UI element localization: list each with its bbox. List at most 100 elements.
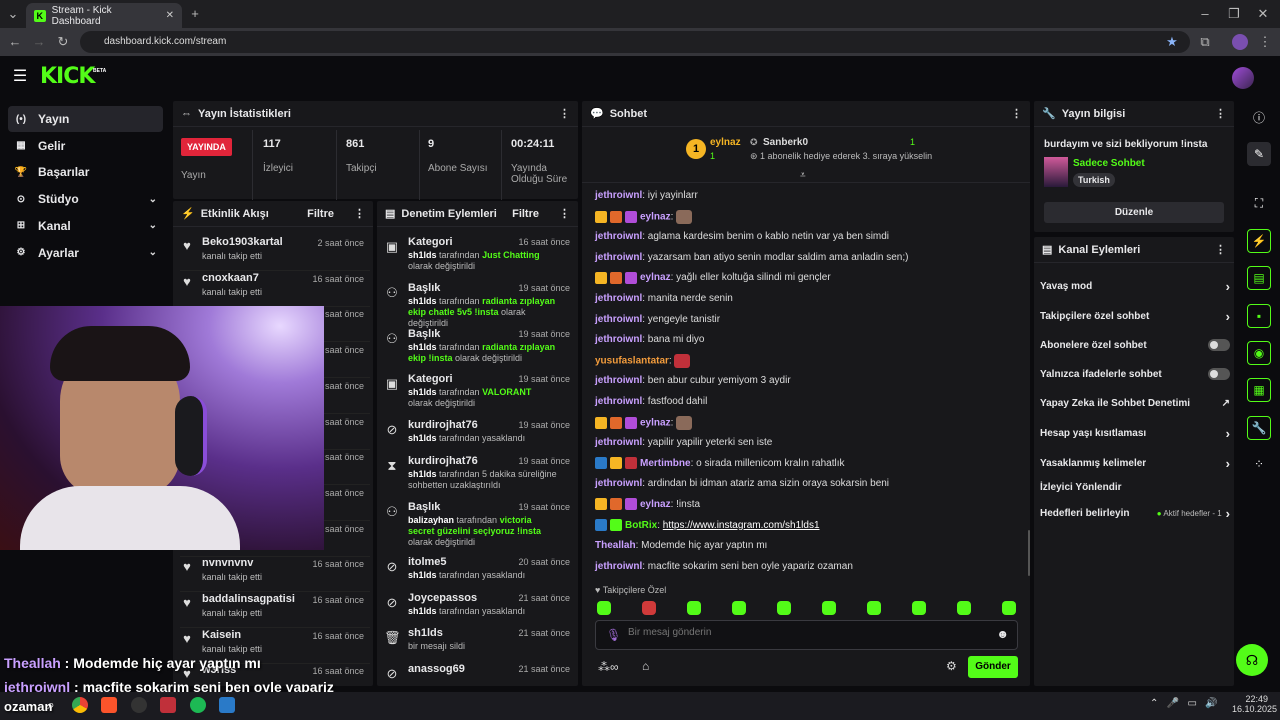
spotify-taskbar-icon[interactable]	[190, 697, 206, 713]
external-link-icon[interactable]: ↗	[1222, 398, 1230, 409]
channel-action-item[interactable]: Yavaş mod ›	[1040, 278, 1230, 294]
back-icon[interactable]: ←	[6, 33, 24, 51]
store-icon[interactable]: ⌂	[642, 659, 649, 673]
moderation-actor[interactable]: balizayhan	[408, 515, 454, 525]
nav-item-2[interactable]: 🏆 Başarılar	[8, 159, 163, 185]
chat-username[interactable]: eylnaz	[640, 499, 671, 510]
system-tray-icons[interactable]: ⌃ 🎤 ▭ 🔊	[1150, 698, 1218, 709]
chevron-right-icon[interactable]: ›	[1226, 506, 1230, 521]
moderation-actor[interactable]: sh1lds	[408, 606, 437, 616]
activity-username[interactable]: nvnvnvnv	[202, 557, 262, 569]
channel-action-item[interactable]: İzleyici Yönlendir	[1040, 479, 1230, 495]
quick-action-tool-icon[interactable]: 🔧	[1247, 416, 1271, 440]
channel-action-item[interactable]: Yalnızca ifadelerle sohbet	[1040, 366, 1230, 382]
activity-username[interactable]: cnoxkaan7	[202, 272, 262, 284]
collapse-pinned-icon[interactable]: ⩡	[800, 170, 806, 181]
hamburger-menu-icon[interactable]: ☰	[11, 68, 29, 86]
moderation-actor[interactable]: sh1lds	[408, 342, 437, 352]
chat-username[interactable]: Theallah	[595, 540, 636, 551]
toggle-switch[interactable]	[1208, 368, 1230, 380]
emote-4-icon[interactable]	[777, 601, 791, 615]
reload-icon[interactable]: ↻	[54, 33, 72, 51]
minimize-icon[interactable]: –	[1196, 5, 1214, 23]
chevron-right-icon[interactable]: ›	[1226, 456, 1230, 471]
stream-info-menu-icon[interactable]: ⋮	[1215, 107, 1226, 120]
emote-6-icon[interactable]	[867, 601, 881, 615]
emoji-picker-icon[interactable]: ☻	[996, 627, 1009, 641]
chat-username[interactable]: yusufaslantatar	[595, 355, 669, 366]
moderation-filter-button[interactable]: Filtre	[512, 208, 539, 220]
edit-pencil-icon[interactable]: ✎	[1247, 142, 1271, 166]
bookmark-star-icon[interactable]: ★	[1163, 33, 1181, 51]
support-headset-icon[interactable]: ☊	[1236, 644, 1268, 676]
chat-username[interactable]: jethroiwnl	[595, 334, 642, 345]
microphone-icon[interactable]: 🎙	[606, 628, 621, 642]
chat-username[interactable]: jethroiwnl	[595, 561, 642, 572]
channel-action-item[interactable]: Yapay Zeka ile Sohbet Denetimi ↗	[1040, 395, 1230, 411]
moderation-item[interactable]: 🗑 sh1lds bir mesajı sildi 21 saat önce	[384, 627, 574, 652]
moderation-item[interactable]: ▣ Kategori sh1lds tarafından VALORANT olar…	[384, 373, 574, 409]
user-avatar[interactable]	[1232, 67, 1254, 89]
taskbar-clock[interactable]: 22:49 16.10.2025	[1232, 694, 1277, 714]
chrome-taskbar-icon[interactable]	[72, 697, 88, 713]
chat-menu-icon[interactable]: ⋮	[1011, 107, 1022, 120]
tab-list-icon[interactable]: ⌄	[4, 5, 22, 23]
activity-item[interactable]: ♥ cnoxkaan7 kanalı takip etti 16 saat önce	[180, 272, 370, 307]
leaderboard-user-1[interactable]: eylnaz	[710, 137, 741, 148]
moderation-item[interactable]: ⊘ kurdirojhat76 sh1lds tarafından yasaklan…	[384, 419, 574, 444]
edit-stream-button[interactable]: Düzenle	[1044, 202, 1224, 223]
moderation-actor[interactable]: sh1lds	[408, 570, 437, 580]
chat-username[interactable]: eylnaz	[640, 211, 671, 222]
emote-8-icon[interactable]	[957, 601, 971, 615]
moderation-item[interactable]: ⧗ kurdirojhat76 sh1lds tarafından 5 dakika…	[384, 455, 574, 491]
info-icon[interactable]: ⓘ	[1247, 105, 1271, 129]
extensions-icon[interactable]: ⧉	[1196, 33, 1214, 51]
nav-item-5[interactable]: ⚙ Ayarlar ⌄	[8, 240, 163, 266]
activity-username[interactable]: Beko1903kartal	[202, 236, 283, 248]
chat-message-input[interactable]	[628, 627, 988, 638]
moderation-item[interactable]: ⚇ Başlık sh1lds tarafından radianta zıplay…	[384, 328, 574, 364]
browser-menu-icon[interactable]: ⋮	[1256, 33, 1274, 51]
channel-action-item[interactable]: Abonelere özel sohbet	[1040, 337, 1230, 353]
more-tools-icon[interactable]: ⁘	[1247, 452, 1271, 476]
moderation-actor[interactable]: sh1lds	[408, 250, 437, 260]
chat-username[interactable]: jethroiwnl	[595, 375, 642, 386]
chat-username[interactable]: BotRix	[625, 520, 657, 531]
photos-taskbar-icon[interactable]	[219, 697, 235, 713]
chat-username[interactable]: eylnaz	[640, 272, 671, 283]
channel-action-item[interactable]: Hesap yaşı kısıtlaması ›	[1040, 425, 1230, 441]
url-field[interactable]: dashboard.kick.com/stream	[80, 31, 1190, 53]
quick-action-chat-icon[interactable]: ▪	[1247, 304, 1271, 328]
media-taskbar-icon[interactable]	[160, 697, 176, 713]
activity-item[interactable]: ♥ nvnvnvnv kanalı takip etti 16 saat önce	[180, 557, 370, 593]
quick-action-lightning-icon[interactable]: ⚡	[1247, 229, 1271, 253]
category-name[interactable]: Sadece Sohbet	[1073, 158, 1145, 169]
chat-username[interactable]: jethroiwnl	[595, 231, 642, 242]
chat-settings-icon[interactable]: ⚙	[946, 659, 957, 673]
moderation-actor[interactable]: sh1lds	[408, 469, 437, 479]
channel-action-item[interactable]: Yasaklanmış kelimeler ›	[1040, 455, 1230, 471]
chat-tools-icon[interactable]: ⁂∞	[598, 660, 619, 674]
channel-action-item[interactable]: Hedefleri belirleyin ● Aktif hedefler - 1…	[1040, 505, 1230, 521]
nav-item-1[interactable]: ▦ Gelir	[8, 133, 163, 159]
profile-avatar-icon[interactable]	[1232, 34, 1248, 50]
activity-username[interactable]: Kaisein	[202, 629, 262, 641]
activity-item[interactable]: ♥ baddalinsagpatisi kanalı takip etti 16 sa…	[180, 593, 370, 628]
close-window-icon[interactable]: ✕	[1254, 5, 1272, 23]
activity-filter-button[interactable]: Filtre	[307, 208, 334, 220]
chevron-right-icon[interactable]: ›	[1226, 426, 1230, 441]
app-taskbar-icon[interactable]	[131, 697, 147, 713]
moderation-item[interactable]: ⚇ Başlık balizayhan tarafından victoria se…	[384, 501, 574, 548]
emote-5-icon[interactable]	[822, 601, 836, 615]
close-tab-icon[interactable]: ✕	[166, 10, 174, 21]
moderation-item[interactable]: ▣ Kategori sh1lds tarafından Just Chatting…	[384, 236, 574, 272]
moderation-actor[interactable]: sh1lds	[408, 433, 437, 443]
emote-9-icon[interactable]	[1002, 601, 1016, 615]
toggle-switch[interactable]	[1208, 339, 1230, 351]
nav-item-4[interactable]: ⊞ Kanal ⌄	[8, 213, 163, 239]
browser-tab[interactable]: K Stream - Kick Dashboard ✕	[26, 3, 182, 28]
emote-2-icon[interactable]	[687, 601, 701, 615]
emote-7-icon[interactable]	[912, 601, 926, 615]
moderation-item[interactable]: ⊘ anassog69 21 saat önce	[384, 663, 574, 682]
nav-item-3[interactable]: ⊙ Stüdyo ⌄	[8, 186, 163, 212]
